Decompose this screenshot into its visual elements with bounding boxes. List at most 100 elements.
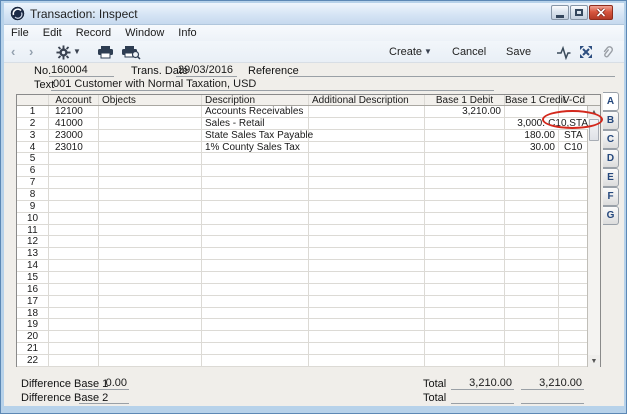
cell-vcd[interactable] xyxy=(559,165,589,178)
cell-description[interactable] xyxy=(202,331,309,344)
menu-item-edit[interactable]: Edit xyxy=(36,27,69,39)
cell-credit[interactable] xyxy=(505,319,559,332)
cell-objects[interactable] xyxy=(99,141,202,154)
cell-num[interactable]: 15 xyxy=(17,272,49,284)
cell-description[interactable] xyxy=(202,248,309,261)
cell-account[interactable] xyxy=(49,224,99,237)
cell-addl[interactable] xyxy=(309,106,425,118)
cell-objects[interactable] xyxy=(99,295,202,308)
cell-description[interactable]: Accounts Receivables xyxy=(202,106,309,118)
cell-addl[interactable] xyxy=(309,343,425,356)
cell-account[interactable]: 23000 xyxy=(49,129,99,142)
cell-objects[interactable] xyxy=(99,129,202,142)
cell-credit[interactable] xyxy=(505,224,559,237)
attachments-button[interactable] xyxy=(601,41,614,63)
header-base1-debit[interactable]: Base 1 Debit xyxy=(425,95,505,106)
cell-addl[interactable] xyxy=(309,236,425,249)
menu-item-file[interactable]: File xyxy=(4,27,36,39)
cell-debit[interactable] xyxy=(425,355,505,367)
cell-credit[interactable] xyxy=(505,189,559,201)
cell-vcd[interactable] xyxy=(559,201,589,213)
cell-vcd[interactable] xyxy=(559,343,589,356)
cell-addl[interactable] xyxy=(309,248,425,261)
header-additional-description[interactable]: Additional Description xyxy=(309,95,425,106)
cell-credit[interactable] xyxy=(505,343,559,356)
cell-account[interactable] xyxy=(49,307,99,320)
cell-num[interactable]: 19 xyxy=(17,319,49,332)
cell-credit[interactable]: 180.00 xyxy=(505,129,559,142)
menu-item-record[interactable]: Record xyxy=(69,27,118,39)
cell-description[interactable] xyxy=(202,189,309,201)
cell-objects[interactable] xyxy=(99,236,202,249)
cell-debit[interactable]: 3,210.00 xyxy=(425,106,505,118)
forward-button[interactable]: › xyxy=(29,41,33,63)
cell-description[interactable] xyxy=(202,295,309,308)
cell-debit[interactable] xyxy=(425,200,505,213)
cell-objects[interactable] xyxy=(99,153,202,166)
cell-addl[interactable] xyxy=(309,319,425,332)
cell-addl[interactable] xyxy=(309,189,425,201)
cell-account[interactable] xyxy=(49,283,99,296)
cell-addl[interactable] xyxy=(309,260,425,273)
cell-debit[interactable] xyxy=(425,165,505,178)
cell-objects[interactable] xyxy=(99,331,202,344)
cell-account[interactable] xyxy=(49,177,99,190)
cell-debit[interactable] xyxy=(425,236,505,249)
side-tab-g[interactable]: G xyxy=(603,206,619,225)
cell-credit[interactable] xyxy=(505,200,559,213)
no-input[interactable]: 160004 xyxy=(49,64,114,77)
cell-account[interactable] xyxy=(49,236,99,249)
cell-addl[interactable] xyxy=(309,129,425,142)
cell-num[interactable]: 8 xyxy=(17,189,49,201)
cell-objects[interactable] xyxy=(99,165,202,178)
maximize-button[interactable] xyxy=(570,5,588,20)
cell-objects[interactable] xyxy=(99,307,202,320)
cell-description[interactable]: Sales - Retail xyxy=(202,117,309,130)
trans-date-input[interactable]: 29/03/2016 xyxy=(176,64,237,77)
cell-vcd[interactable] xyxy=(559,177,589,190)
cell-vcd[interactable] xyxy=(559,260,589,273)
cell-debit[interactable] xyxy=(425,153,505,166)
header-vcd[interactable]: V-Cd xyxy=(559,95,589,106)
cell-num[interactable]: 22 xyxy=(17,355,49,367)
cell-account[interactable] xyxy=(49,248,99,261)
cell-vcd[interactable]: STA xyxy=(559,130,589,142)
cell-debit[interactable] xyxy=(425,319,505,332)
cell-addl[interactable] xyxy=(309,165,425,178)
cell-vcd[interactable] xyxy=(559,225,589,237)
cell-vcd[interactable] xyxy=(559,284,589,296)
cell-addl[interactable] xyxy=(309,212,425,225)
side-tab-c[interactable]: C xyxy=(603,130,619,149)
cell-account[interactable] xyxy=(49,200,99,213)
cell-vcd[interactable] xyxy=(559,213,589,225)
vertical-scrollbar[interactable]: ▲ ▼ xyxy=(587,106,600,367)
cell-vcd[interactable] xyxy=(559,296,589,308)
cell-credit[interactable] xyxy=(505,307,559,320)
cell-account[interactable]: 23010 xyxy=(49,141,99,154)
cell-objects[interactable] xyxy=(99,189,202,201)
cell-objects[interactable] xyxy=(99,319,202,332)
cell-addl[interactable] xyxy=(309,141,425,154)
cell-account[interactable] xyxy=(49,153,99,166)
cell-num[interactable]: 3 xyxy=(17,129,49,142)
cell-debit[interactable] xyxy=(425,295,505,308)
cell-addl[interactable] xyxy=(309,283,425,296)
cell-account[interactable] xyxy=(49,343,99,356)
cell-addl[interactable] xyxy=(309,307,425,320)
cell-account[interactable] xyxy=(49,295,99,308)
cell-objects[interactable] xyxy=(99,283,202,296)
cell-account[interactable] xyxy=(49,165,99,178)
cell-vcd[interactable] xyxy=(559,331,589,344)
cell-vcd[interactable]: C10,STA xyxy=(547,117,589,130)
close-button[interactable] xyxy=(589,5,613,20)
cell-debit[interactable] xyxy=(425,177,505,190)
cell-description[interactable]: State Sales Tax Payable xyxy=(202,129,313,142)
cell-account[interactable] xyxy=(49,319,99,332)
cell-num[interactable]: 10 xyxy=(17,212,49,225)
cell-num[interactable]: 20 xyxy=(17,331,49,344)
cell-vcd[interactable] xyxy=(559,189,589,201)
cell-vcd[interactable] xyxy=(559,153,589,166)
cell-objects[interactable] xyxy=(99,117,202,130)
cell-debit[interactable] xyxy=(425,343,505,356)
back-button[interactable]: ‹ xyxy=(11,41,15,63)
